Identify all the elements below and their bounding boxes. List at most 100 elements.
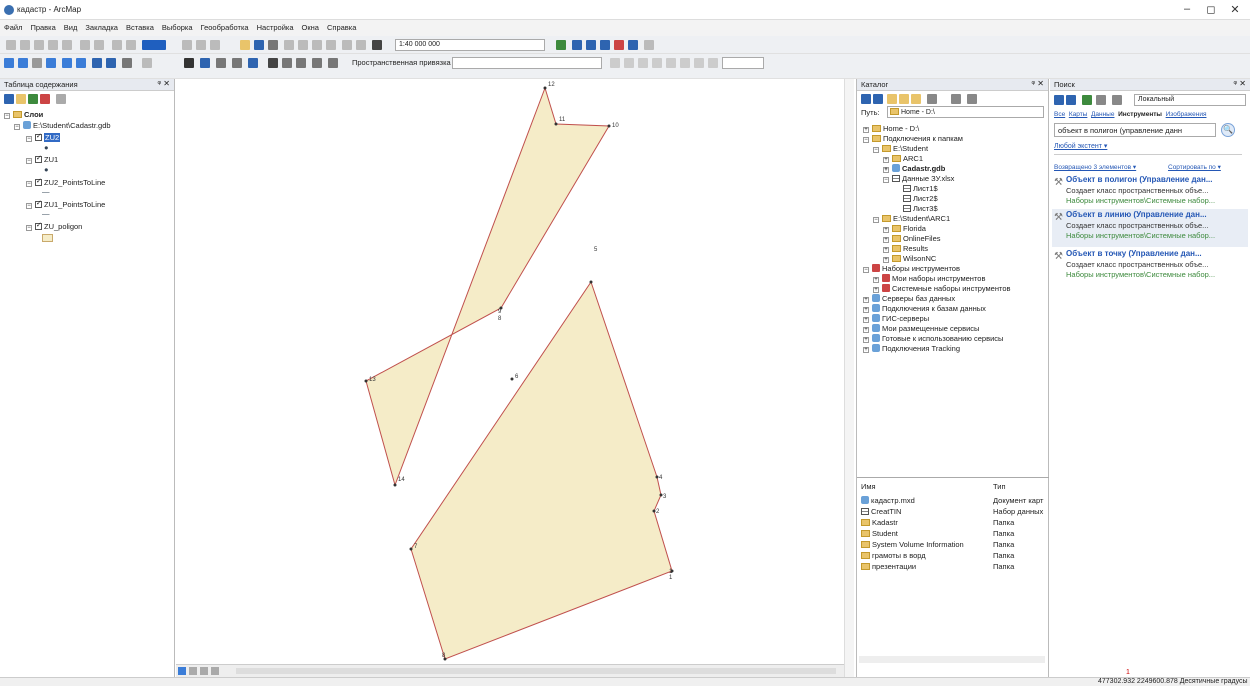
tab-data[interactable]: Данные (1091, 111, 1114, 118)
tree-sheet1[interactable]: Лист1$ (903, 184, 938, 193)
catalog-window-icon[interactable] (586, 40, 596, 50)
connect-folder-icon[interactable] (911, 94, 921, 104)
viewer-window-icon[interactable] (328, 58, 338, 68)
adjust-tool-icon[interactable] (610, 58, 620, 68)
identify-icon[interactable] (200, 58, 210, 68)
column-header-type[interactable]: Тип (993, 482, 1006, 491)
list-by-selection-icon[interactable] (40, 94, 50, 104)
layers-root[interactable]: − Слои (4, 110, 43, 119)
menu-help[interactable]: Справка (323, 20, 360, 35)
back-arrow-icon[interactable] (861, 94, 871, 104)
tab-tools[interactable]: Инструменты (1118, 111, 1162, 118)
search-result[interactable]: ⚒ Объект в точку (Управление дан... Созд… (1054, 249, 1242, 287)
tab-images[interactable]: Изображения (1166, 111, 1207, 118)
menu-bookmarks[interactable]: Закладка (81, 20, 122, 35)
arctoolbox-icon[interactable] (614, 40, 624, 50)
adjust-tool-icon[interactable] (638, 58, 648, 68)
back-arrow-icon[interactable] (92, 58, 102, 68)
paste-icon[interactable] (312, 40, 322, 50)
list-by-visibility-icon[interactable] (28, 94, 38, 104)
adjust-value-box[interactable] (722, 57, 764, 69)
up-level-icon[interactable] (887, 94, 897, 104)
home-icon[interactable] (1082, 95, 1092, 105)
layer-visibility-checkbox[interactable] (35, 221, 42, 230)
tree-toolboxes[interactable]: − Наборы инструментов (863, 264, 960, 273)
layout-view-icon[interactable] (189, 667, 197, 675)
home-icon[interactable] (899, 94, 909, 104)
tool-icon[interactable] (62, 40, 72, 50)
full-extent-icon[interactable] (46, 58, 56, 68)
horizontal-scrollbar[interactable] (859, 656, 1045, 663)
result-title[interactable]: Объект в точку (Управление дан... (1066, 249, 1202, 258)
pin-icon[interactable]: ᵠ ✕ (1032, 79, 1044, 88)
tree-ready-services[interactable]: + Готовые к использованию сервисы (863, 334, 1003, 343)
map-view[interactable]: 12 11 10 13 14 9 8 5 6 4 3 2 1 1 7 8 (176, 79, 844, 664)
menu-insert[interactable]: Вставка (122, 20, 158, 35)
undo-icon[interactable] (342, 40, 352, 50)
search-result[interactable]: ⚒ Объект в полигон (Управление дан... Со… (1054, 175, 1242, 213)
adjust-tool-icon[interactable] (624, 58, 634, 68)
tab-all[interactable]: Все (1054, 111, 1065, 118)
tool-icon[interactable] (196, 40, 206, 50)
adjust-tool-icon[interactable] (680, 58, 690, 68)
scale-box[interactable]: 1:40 000 000 (395, 39, 545, 51)
tree-wilsonnc[interactable]: + WilsonNC (883, 254, 936, 263)
forward-arrow-icon[interactable] (1066, 95, 1076, 105)
tool-icon[interactable] (112, 40, 122, 50)
tree-sheet3[interactable]: Лист3$ (903, 204, 938, 213)
list-item[interactable]: Kadastr (861, 518, 898, 527)
back-arrow-icon[interactable] (1054, 95, 1064, 105)
tree-arc1[interactable]: + ARC1 (883, 154, 923, 163)
find-icon[interactable] (268, 58, 278, 68)
list-item[interactable]: CreatTIN (861, 507, 901, 516)
list-item[interactable]: Student (861, 529, 898, 538)
tree-onlinefiles[interactable]: + OnlineFiles (883, 234, 941, 243)
data-view-icon[interactable] (178, 667, 186, 675)
menu-windows[interactable]: Окна (298, 20, 323, 35)
adjust-tool-icon[interactable] (666, 58, 676, 68)
add-data-icon[interactable] (372, 40, 382, 50)
tree-sheet2[interactable]: Лист2$ (903, 194, 938, 203)
menu-selection[interactable]: Выборка (158, 20, 197, 35)
tool-icon[interactable] (80, 40, 90, 50)
forward-arrow-icon[interactable] (106, 58, 116, 68)
tool-icon[interactable] (210, 40, 220, 50)
select-features-icon[interactable] (122, 58, 132, 68)
extent-dropdown[interactable]: Любой экстент ▾ (1054, 142, 1107, 150)
list-item[interactable]: презентации (861, 562, 916, 571)
fixed-zoom-in-icon[interactable] (62, 58, 72, 68)
tool-icon[interactable] (94, 40, 104, 50)
zoom-in-icon[interactable] (4, 58, 14, 68)
tool-icon[interactable] (34, 40, 44, 50)
path-field[interactable]: Home - D:\ (887, 106, 1044, 118)
tree-florida[interactable]: + Florida (883, 224, 926, 233)
python-icon[interactable] (628, 40, 638, 50)
layer-visibility-checkbox[interactable] (35, 154, 42, 163)
toc-window-icon[interactable] (572, 40, 582, 50)
list-item[interactable]: System Volume Information (861, 540, 964, 549)
tree-db-connections[interactable]: + Подключения к базам данных (863, 304, 986, 313)
tree-student-arc1[interactable]: − E:\Student\ARC1 (873, 214, 950, 223)
maximize-button[interactable]: ◻ (1200, 3, 1222, 16)
delete-icon[interactable] (326, 40, 336, 50)
zoom-out-icon[interactable] (18, 58, 28, 68)
model-builder-icon[interactable] (644, 40, 654, 50)
close-button[interactable]: ✕ (1224, 3, 1246, 16)
list-item[interactable]: грамоты в ворд (861, 551, 926, 560)
tree-hosted-services[interactable]: + Мои размещенные сервисы (863, 324, 979, 333)
html-popup-icon[interactable] (232, 58, 242, 68)
tool-icon[interactable] (48, 40, 58, 50)
open-folder-icon[interactable] (240, 40, 250, 50)
gdb-node[interactable]: − E:\Student\Cadastr.gdb (14, 121, 111, 130)
layer-zu1-pointstoline[interactable]: −ZU1_PointsToLine (26, 199, 105, 209)
layer-zu2-pointstoline[interactable]: −ZU2_PointsToLine (26, 177, 105, 187)
copy-icon[interactable] (298, 40, 308, 50)
returned-count[interactable]: Возвращено 3 элементов ▾ (1054, 163, 1136, 171)
options-icon[interactable] (56, 94, 66, 104)
color-swatch-icon[interactable] (142, 40, 166, 50)
options-icon[interactable] (967, 94, 977, 104)
layer-visibility-checkbox[interactable] (35, 177, 42, 186)
tool-icon[interactable] (20, 40, 30, 50)
list-by-drawing-order-icon[interactable] (4, 94, 14, 104)
save-icon[interactable] (254, 40, 264, 50)
